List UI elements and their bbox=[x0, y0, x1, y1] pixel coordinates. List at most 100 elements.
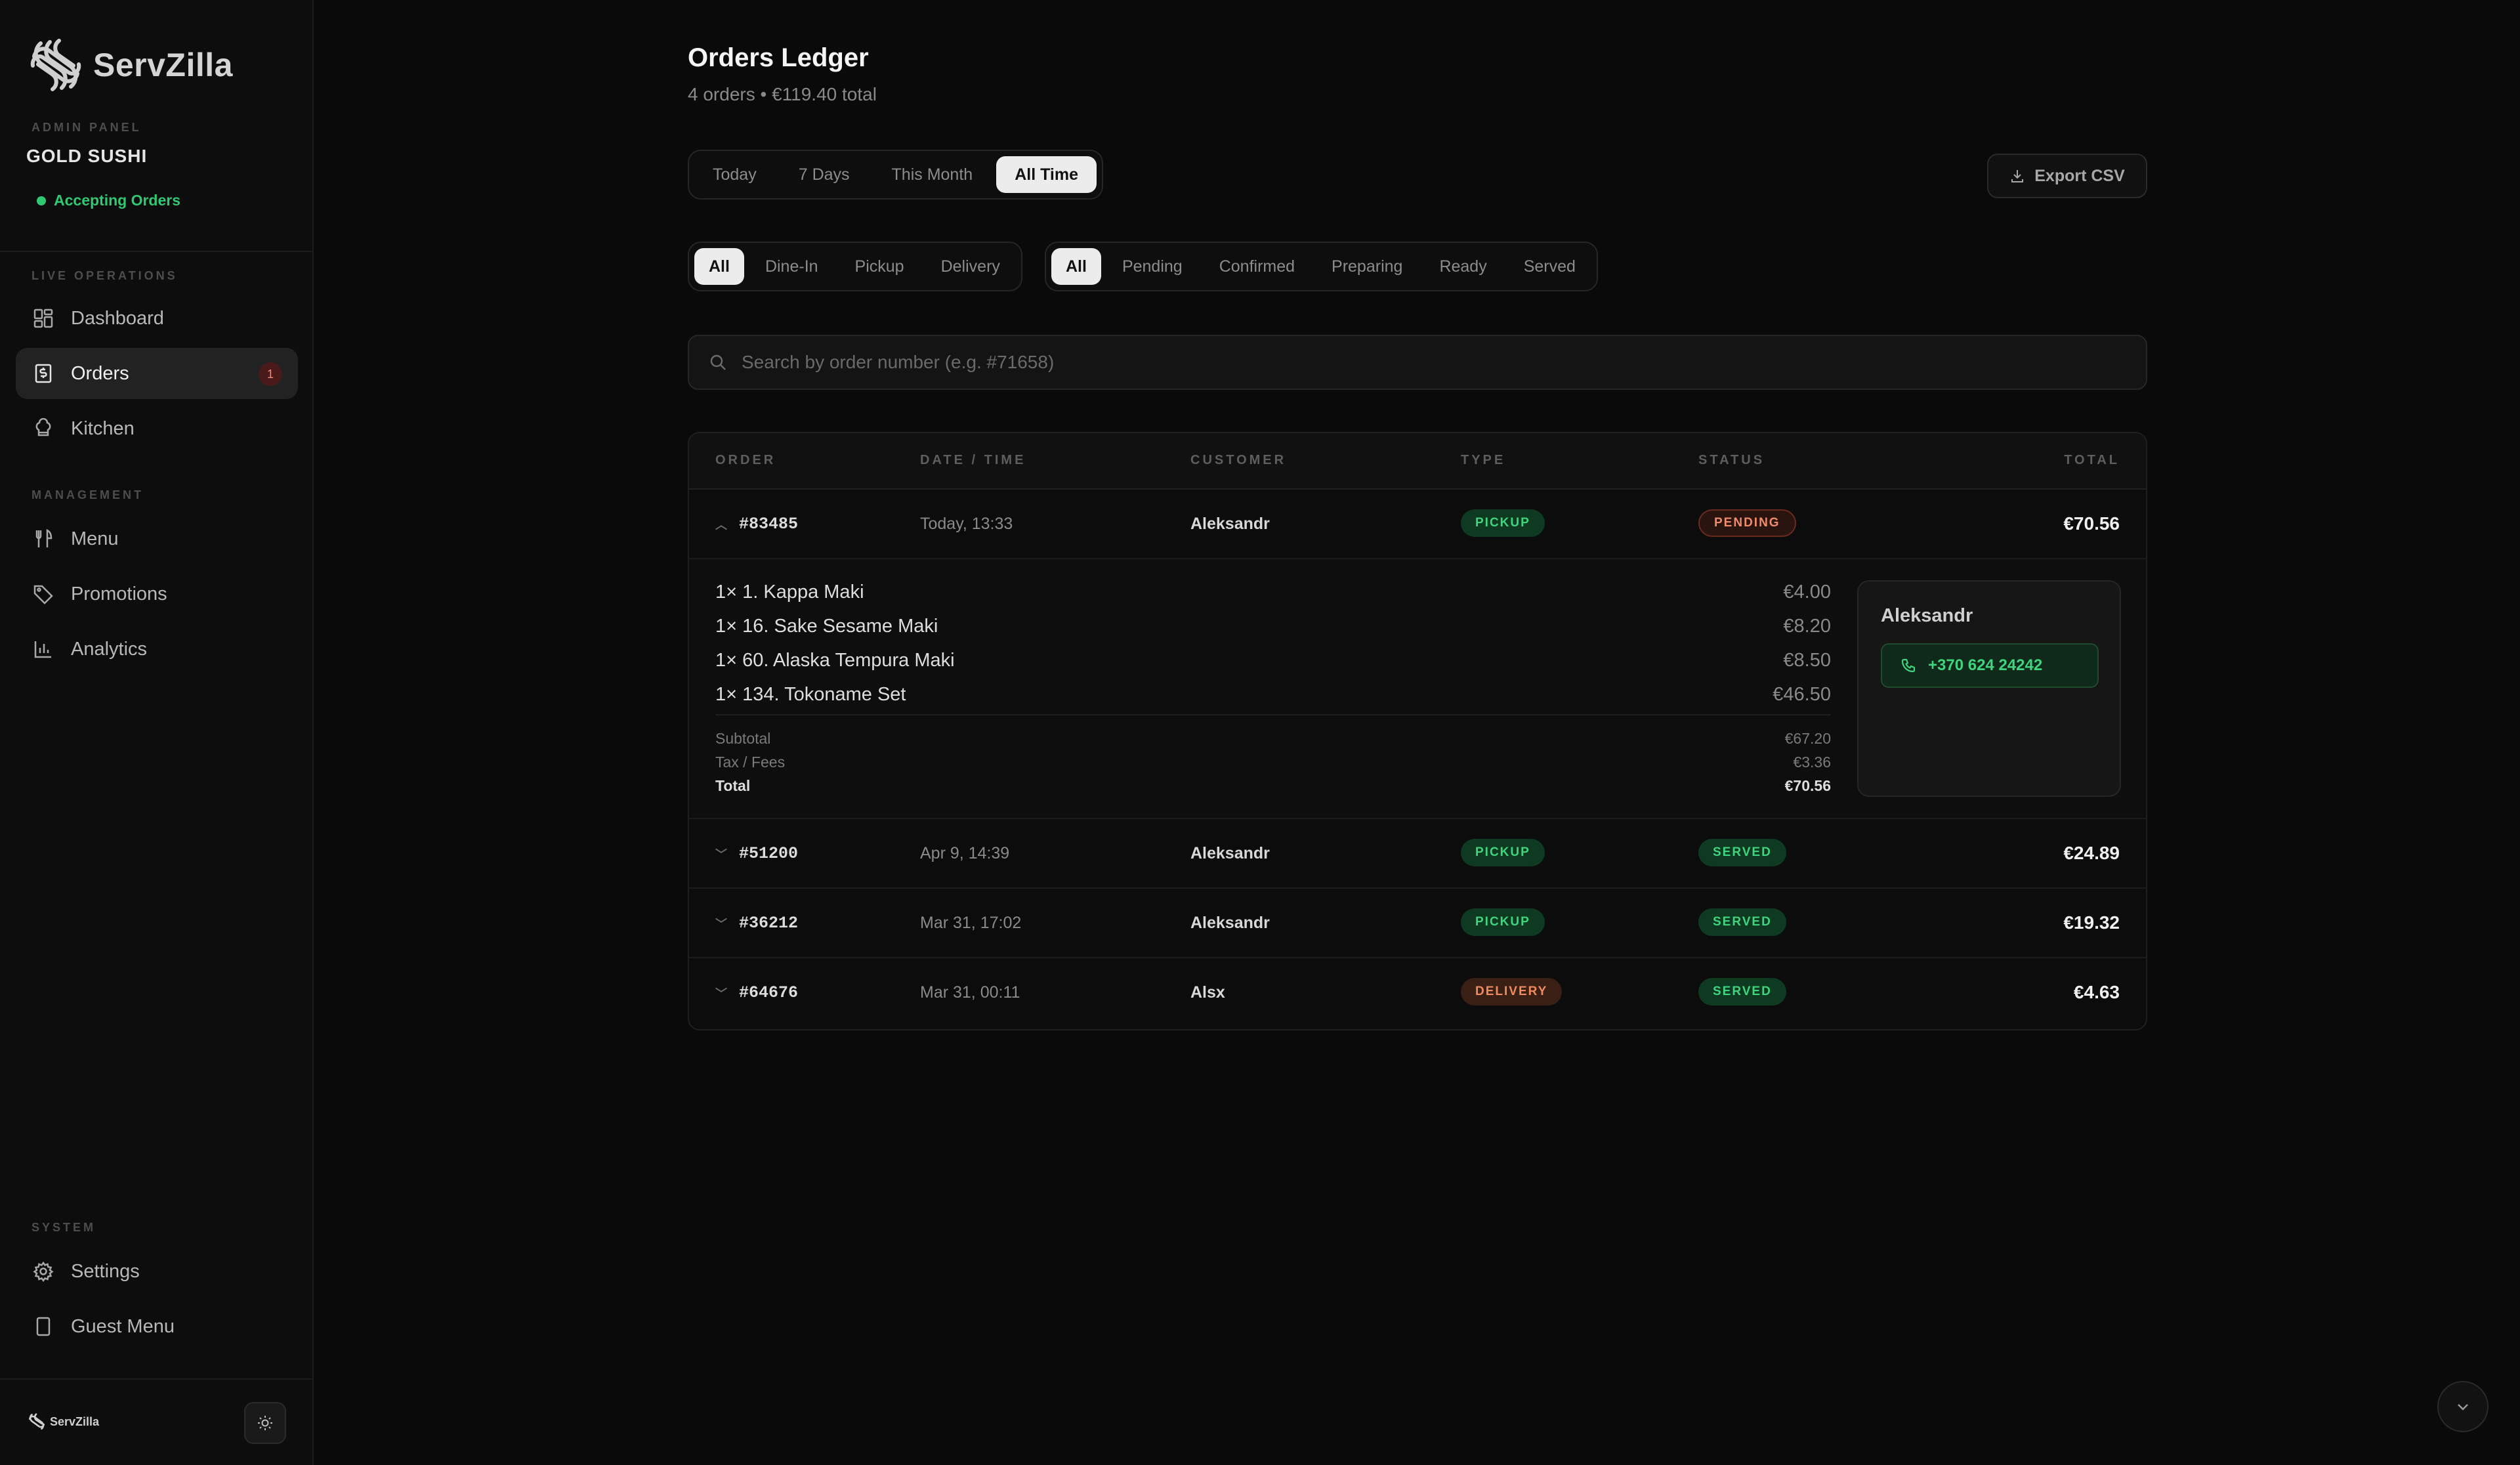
accepting-orders-status[interactable]: Accepting Orders bbox=[37, 192, 180, 209]
status-all[interactable]: All bbox=[1051, 248, 1101, 285]
type-badge: PICKUP bbox=[1461, 908, 1545, 936]
sidebar-item-label: Kitchen bbox=[71, 417, 135, 439]
line-item: 1× 134. Tokoname Set €46.50 bbox=[715, 684, 1831, 718]
chevron-down-icon bbox=[2458, 1404, 2468, 1411]
order-number: #83485 bbox=[739, 515, 799, 534]
brand-name: ServZilla bbox=[93, 47, 233, 83]
order-total: €24.89 bbox=[2063, 843, 2120, 863]
sidebar-item-promotions[interactable]: Promotions bbox=[16, 568, 298, 620]
col-customer[interactable]: CUSTOMER bbox=[1190, 453, 1286, 468]
sidebar-item-orders[interactable]: Orders 1 bbox=[16, 348, 298, 399]
sidebar-item-guest-menu[interactable]: Guest Menu bbox=[16, 1301, 298, 1352]
order-total: €19.32 bbox=[2063, 912, 2120, 933]
status-pending[interactable]: Pending bbox=[1106, 248, 1198, 285]
total-row: Total €70.56 bbox=[715, 777, 1831, 795]
order-number-cell: ﹀ #51200 bbox=[715, 844, 798, 863]
order-total: €70.56 bbox=[2063, 513, 2120, 534]
type-delivery[interactable]: Delivery bbox=[925, 248, 1016, 285]
line-item: 1× 1. Kappa Maki €4.00 bbox=[715, 582, 1831, 616]
type-badge: PICKUP bbox=[1461, 509, 1545, 537]
tablet-icon bbox=[32, 1315, 55, 1338]
subtotal-row: Subtotal €67.20 bbox=[715, 730, 1831, 748]
chevron-up-icon[interactable]: ︿ bbox=[715, 516, 727, 533]
table-header: ORDER DATE / TIME CUSTOMER TYPE STATUS T… bbox=[689, 433, 2146, 490]
type-dine-in[interactable]: Dine-In bbox=[749, 248, 834, 285]
line-item-price: €8.20 bbox=[1783, 616, 1831, 637]
footer-brand: ServZilla bbox=[28, 1412, 99, 1431]
summary-divider bbox=[715, 714, 1831, 715]
restaurant-name: GOLD SUSHI bbox=[26, 146, 148, 166]
date-range-filter: Today 7 Days This Month All Time bbox=[688, 150, 1103, 200]
order-number: #36212 bbox=[739, 914, 799, 933]
order-number-cell: ﹀ #36212 bbox=[715, 914, 798, 933]
customer-card: Aleksandr +370 624 24242 bbox=[1857, 580, 2121, 797]
export-csv-button[interactable]: Export CSV bbox=[1987, 154, 2147, 198]
line-item-price: €46.50 bbox=[1773, 684, 1831, 705]
status-ready[interactable]: Ready bbox=[1423, 248, 1502, 285]
total-label: Total bbox=[715, 777, 751, 794]
status-confirmed[interactable]: Confirmed bbox=[1204, 248, 1311, 285]
brand-logo[interactable]: ServZilla bbox=[28, 37, 233, 93]
search-icon bbox=[710, 354, 726, 370]
table-row[interactable]: ﹀ #51200 Apr 9, 14:39 Aleksandr PICKUP S… bbox=[689, 819, 2146, 889]
servzilla-small-logo-icon bbox=[28, 1413, 45, 1430]
dashboard-icon bbox=[32, 307, 55, 330]
accepting-orders-label: Accepting Orders bbox=[54, 192, 180, 209]
order-customer: Aleksandr bbox=[1190, 914, 1270, 932]
bar-chart-icon bbox=[32, 637, 55, 661]
page-title: Orders Ledger bbox=[688, 43, 869, 72]
subtotal-label: Subtotal bbox=[715, 730, 771, 747]
range-7-days[interactable]: 7 Days bbox=[780, 156, 868, 193]
table-row[interactable]: ︿ #83485 Today, 13:33 Aleksandr PICKUP P… bbox=[689, 490, 2146, 559]
type-badge: PICKUP bbox=[1461, 839, 1545, 866]
chevron-down-icon[interactable]: ﹀ bbox=[715, 845, 727, 862]
type-pickup[interactable]: Pickup bbox=[839, 248, 920, 285]
theme-toggle-button[interactable] bbox=[244, 1402, 286, 1444]
col-date-time[interactable]: DATE / TIME bbox=[920, 453, 1026, 468]
order-number: #64676 bbox=[739, 983, 799, 1002]
col-type[interactable]: TYPE bbox=[1461, 453, 1505, 468]
export-csv-label: Export CSV bbox=[2034, 166, 2125, 185]
order-status-filter: All Pending Confirmed Preparing Ready Se… bbox=[1045, 242, 1598, 291]
call-customer-button[interactable]: +370 624 24242 bbox=[1881, 643, 2099, 688]
table-row[interactable]: ﹀ #64676 Mar 31, 00:11 Alsx DELIVERY SER… bbox=[689, 958, 2146, 1028]
order-customer: Alsx bbox=[1190, 983, 1225, 1002]
status-served[interactable]: Served bbox=[1508, 248, 1591, 285]
order-type-filter: All Dine-In Pickup Delivery bbox=[688, 242, 1022, 291]
line-item: 1× 16. Sake Sesame Maki €8.20 bbox=[715, 616, 1831, 650]
sidebar: ServZilla ADMIN PANEL GOLD SUSHI Accepti… bbox=[0, 0, 314, 1465]
customer-name: Aleksandr bbox=[1881, 605, 1973, 626]
range-this-month[interactable]: This Month bbox=[873, 156, 992, 193]
sidebar-item-menu[interactable]: Menu bbox=[16, 513, 298, 564]
sidebar-item-dashboard[interactable]: Dashboard bbox=[16, 293, 298, 344]
range-all-time[interactable]: All Time bbox=[996, 156, 1097, 193]
line-item: 1× 60. Alaska Tempura Maki €8.50 bbox=[715, 650, 1831, 684]
search-input[interactable] bbox=[742, 352, 2054, 373]
servzilla-logo-icon bbox=[30, 39, 81, 91]
chevron-down-icon[interactable]: ﹀ bbox=[715, 985, 727, 1002]
chevron-down-icon[interactable]: ﹀ bbox=[715, 915, 727, 932]
line-item-price: €4.00 bbox=[1783, 582, 1831, 603]
col-total[interactable]: TOTAL bbox=[2064, 453, 2120, 468]
scroll-down-button[interactable] bbox=[2437, 1381, 2488, 1432]
order-customer: Aleksandr bbox=[1190, 515, 1270, 533]
range-today[interactable]: Today bbox=[694, 156, 775, 193]
order-details-panel: 1× 1. Kappa Maki €4.00 1× 16. Sake Sesam… bbox=[689, 559, 2146, 819]
tax-label: Tax / Fees bbox=[715, 754, 786, 771]
tax-value: €3.36 bbox=[1793, 754, 1831, 771]
sidebar-item-settings[interactable]: Settings bbox=[16, 1246, 298, 1297]
col-order[interactable]: ORDER bbox=[715, 453, 776, 468]
col-status[interactable]: STATUS bbox=[1698, 453, 1765, 468]
sidebar-item-label: Settings bbox=[71, 1260, 140, 1282]
subtotal-value: €67.20 bbox=[1784, 730, 1831, 747]
sidebar-item-kitchen[interactable]: Kitchen bbox=[16, 403, 298, 454]
order-number: #51200 bbox=[739, 844, 799, 863]
status-badge: SERVED bbox=[1698, 978, 1786, 1006]
sun-icon bbox=[258, 1416, 272, 1430]
table-row[interactable]: ﹀ #36212 Mar 31, 17:02 Aleksandr PICKUP … bbox=[689, 889, 2146, 958]
section-live-operations: LIVE OPERATIONS bbox=[32, 269, 178, 282]
type-all[interactable]: All bbox=[694, 248, 744, 285]
customer-phone: +370 624 24242 bbox=[1928, 656, 2043, 674]
status-preparing[interactable]: Preparing bbox=[1316, 248, 1418, 285]
sidebar-item-analytics[interactable]: Analytics bbox=[16, 624, 298, 675]
